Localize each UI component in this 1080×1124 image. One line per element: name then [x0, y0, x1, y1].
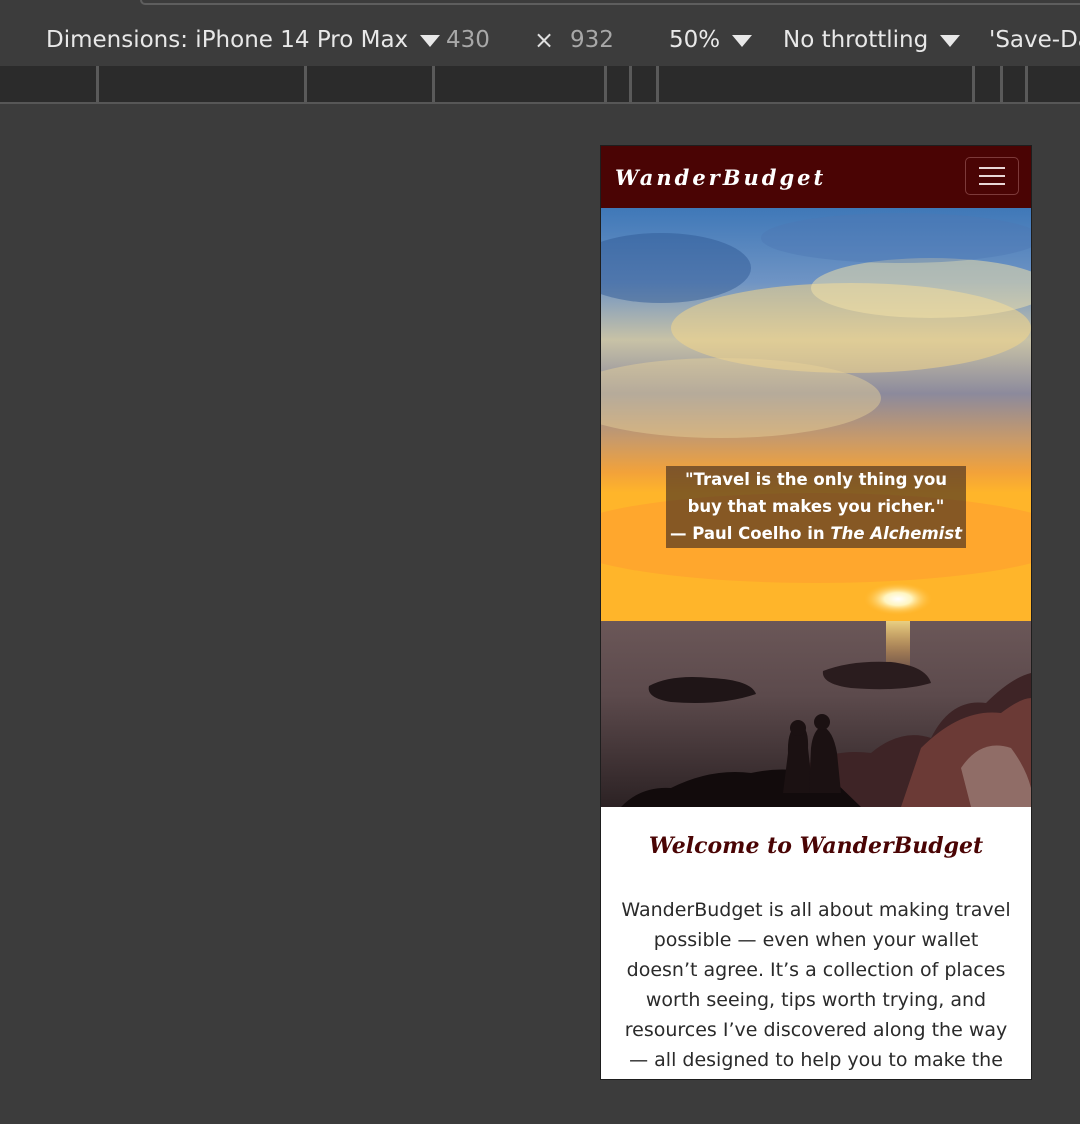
menu-toggle-button[interactable] [965, 157, 1019, 195]
device-toolbar: Dimensions: iPhone 14 Pro Max 430 × 932 … [0, 0, 1080, 66]
welcome-title: Welcome to WanderBudget [648, 833, 984, 859]
tab-edge [140, 0, 1080, 5]
quote-book-title: The Alchemist [830, 524, 963, 543]
ruler-divider [1000, 66, 1003, 102]
devtools-window: Dimensions: iPhone 14 Pro Max 430 × 932 … [0, 0, 1080, 1124]
zoom-value: 50% [669, 27, 721, 53]
ruler-divider [656, 66, 659, 102]
hero-image: "Travel is the only thing you buy that m… [601, 208, 1031, 807]
ruler-divider [604, 66, 607, 102]
height-input[interactable]: 932 [570, 24, 614, 56]
quote-author: — Paul Coelho in [669, 524, 831, 543]
hamburger-icon [979, 167, 1005, 169]
ruler-divider [629, 66, 632, 102]
ruler-divider [1025, 66, 1028, 102]
ruler-divider [432, 66, 435, 102]
triangle-down-icon [420, 35, 441, 47]
quote-text: "Travel is the only thing you buy that m… [684, 470, 948, 516]
ruler-divider [96, 66, 99, 102]
throttling-value: No throttling [783, 27, 929, 53]
triangle-down-icon [732, 35, 753, 47]
quote-attribution: — Paul Coelho in The Alchemist [666, 520, 966, 547]
times-icon: × [534, 26, 555, 54]
ruler-divider [972, 66, 975, 102]
device-viewport[interactable]: WanderBudget "Travel is the only thing y… [600, 145, 1032, 1080]
device-dimensions-label: Dimensions: iPhone 14 Pro Max [46, 27, 409, 53]
width-input[interactable]: 430 [446, 24, 490, 56]
zoom-dropdown[interactable]: 50% [669, 24, 753, 56]
ruler-divider [304, 66, 307, 102]
device-dimensions-dropdown[interactable]: Dimensions: iPhone 14 Pro Max [46, 24, 441, 56]
media-query-ruler[interactable] [0, 66, 1080, 104]
triangle-down-icon [940, 35, 961, 47]
site-brand[interactable]: WanderBudget [615, 165, 826, 190]
welcome-section: Welcome to WanderBudget WanderBudget is … [601, 807, 1031, 1079]
throttling-dropdown[interactable]: No throttling [783, 24, 961, 56]
save-data-dropdown[interactable]: 'Save-Da [989, 24, 1080, 56]
welcome-text: WanderBudget is all about making travel … [621, 899, 1011, 1071]
hero-quote: "Travel is the only thing you buy that m… [666, 466, 966, 548]
site-navbar: WanderBudget [601, 146, 1031, 208]
